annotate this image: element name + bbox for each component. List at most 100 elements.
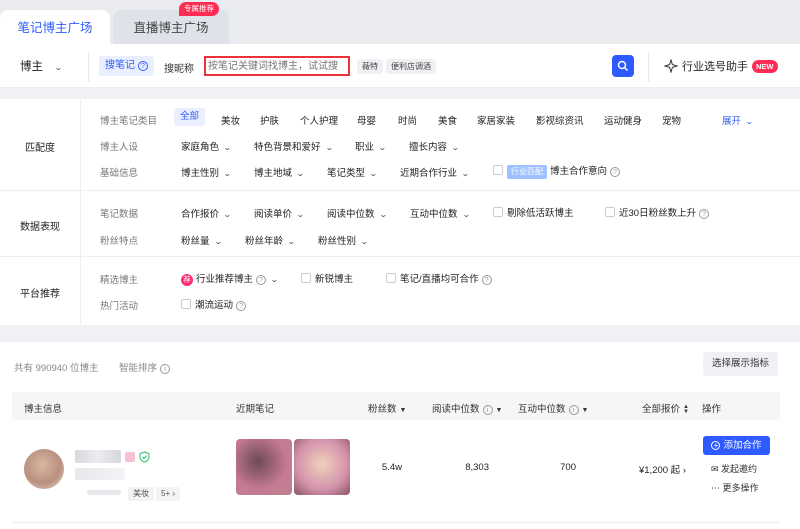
invite-button[interactable]: ✉ 发起邀约 <box>711 462 757 475</box>
note-data-row-label: 笔记数据 <box>100 209 139 220</box>
trend-sport-check[interactable]: 潮流运动? <box>181 297 247 311</box>
search-mode-notes[interactable]: 搜笔记? <box>99 56 154 76</box>
help-icon[interactable]: ? <box>699 209 710 219</box>
industry-recommend-dropdown[interactable]: 荐行业推荐博主? ⌄ <box>181 271 279 286</box>
category-option[interactable]: 时尚 <box>398 113 417 127</box>
smart-sort[interactable]: 智能排序 i <box>119 360 171 374</box>
blogger-meta-blurred <box>75 468 125 480</box>
basic-dropdown[interactable]: 博主地域 ⌄ <box>254 165 305 179</box>
fans-rising-check[interactable]: 近30日粉丝数上升? <box>605 205 710 219</box>
help-icon[interactable]: ? <box>610 167 621 177</box>
category-all[interactable]: 全部 <box>174 108 206 126</box>
persona-dropdown[interactable]: 家庭角色 ⌄ <box>181 139 232 153</box>
dropdown-label: 粉丝量 <box>181 236 210 247</box>
help-icon[interactable]: ? <box>481 275 492 285</box>
chevron-down-icon: ⌄ <box>53 63 63 72</box>
help-icon[interactable]: ? <box>138 61 148 71</box>
category-option[interactable]: 护肤 <box>260 113 279 127</box>
info-icon[interactable]: i <box>568 405 579 415</box>
help-icon[interactable]: ? <box>236 301 247 311</box>
mode-notes-label: 搜笔记 <box>105 60 135 71</box>
category-option[interactable]: 家居家装 <box>477 113 515 127</box>
search-icon <box>617 60 629 72</box>
col-interact-median[interactable]: 互动中位数 i ▼ <box>518 401 588 415</box>
table-row[interactable]: 美妆 5+ › 5.4w 8,303 700 ¥1,200 起 › + 添加合作 … <box>12 434 780 504</box>
tab-live-bloggers[interactable]: 直播博主广场 专属推荐 <box>113 2 229 44</box>
expand-label: 展开 <box>722 116 742 127</box>
display-metrics-button[interactable]: 选择展示指标 <box>703 352 779 376</box>
more-actions-button[interactable]: ⋯ 更多操作 <box>711 481 759 494</box>
suggestion-chip[interactable]: 便利店调酒 <box>386 59 436 74</box>
checkbox[interactable] <box>493 207 503 217</box>
chevron-down-icon: ⌄ <box>296 210 305 219</box>
notedata-dropdown[interactable]: 阅读中位数 ⌄ <box>327 206 387 220</box>
plus-icon: + <box>711 441 721 450</box>
price-value[interactable]: ¥1,200 起 › <box>624 462 686 476</box>
note-thumbnail[interactable] <box>294 439 350 495</box>
basic-dropdown[interactable]: 近期合作行业 ⌄ <box>400 165 470 179</box>
more-tags[interactable]: 5+ › <box>156 487 181 501</box>
notedata-dropdown[interactable]: 互动中位数 ⌄ <box>410 206 470 220</box>
exclusive-badge: 专属推荐 <box>179 2 219 16</box>
read-median-value: 8,303 <box>465 462 489 473</box>
search-button[interactable] <box>612 55 634 77</box>
category-option[interactable]: 美妆 <box>221 113 240 127</box>
col-read-median[interactable]: 阅读中位数 i ▼ <box>432 401 502 415</box>
fans-dropdown[interactable]: 粉丝年龄 ⌄ <box>245 233 296 247</box>
suggestion-chip[interactable]: 薇特 <box>357 59 383 74</box>
scope-select[interactable]: 博主 ⌄ <box>20 58 63 74</box>
dropdown-label: 行业推荐博主 <box>196 274 254 285</box>
low-activity-check[interactable]: 剔除低活跃博主 <box>493 205 574 219</box>
col-fans-label: 粉丝数 <box>368 404 397 415</box>
fans-dropdown[interactable]: 粉丝性别 ⌄ <box>318 233 369 247</box>
add-label: 添加合作 <box>723 440 762 451</box>
checkbox[interactable] <box>301 273 311 283</box>
category-option[interactable]: 母婴 <box>357 113 376 127</box>
persona-dropdown[interactable]: 擅长内容 ⌄ <box>409 139 460 153</box>
dropdown-label: 粉丝性别 <box>318 236 357 247</box>
col-price[interactable]: 全部报价 ▲ ▼ <box>642 401 689 415</box>
category-option[interactable]: 美食 <box>438 113 457 127</box>
col-fans[interactable]: 粉丝数 ▼ <box>368 401 406 415</box>
basic-row-label: 基础信息 <box>100 168 139 179</box>
category-option[interactable]: 影视综资讯 <box>536 113 584 127</box>
info-icon[interactable]: i <box>160 364 171 374</box>
divider <box>88 52 89 82</box>
expand-button[interactable]: 展开 ⌄ <box>722 113 754 127</box>
sort-down-icon: ▼ <box>399 407 407 414</box>
industry-assistant-button[interactable]: 行业选号助手 NEW <box>663 58 778 74</box>
cooperation-intent-check[interactable]: 行业匹配 博主合作意向? <box>493 163 621 179</box>
search-mode-nickname[interactable]: 搜昵称 <box>164 60 194 75</box>
persona-dropdown[interactable]: 职业 ⌄ <box>355 139 387 153</box>
notedata-dropdown[interactable]: 阅读单价 ⌄ <box>254 206 305 220</box>
basic-dropdown[interactable]: 博主性别 ⌄ <box>181 165 232 179</box>
checkbox[interactable] <box>181 299 191 309</box>
category-option[interactable]: 宠物 <box>662 113 681 127</box>
fans-dropdown[interactable]: 粉丝量 ⌄ <box>181 233 222 247</box>
notedata-dropdown[interactable]: 合作报价 ⌄ <box>181 206 232 220</box>
chevron-down-icon: ⌄ <box>461 169 470 178</box>
checkbox[interactable] <box>493 165 503 175</box>
blogger-name-blurred[interactable] <box>75 450 121 463</box>
add-cooperation-button[interactable]: + 添加合作 <box>703 436 770 455</box>
new-blogger-check[interactable]: 新锐博主 <box>301 271 353 285</box>
basic-dropdown[interactable]: 笔记类型 ⌄ <box>327 165 378 179</box>
info-icon[interactable]: i <box>482 405 493 415</box>
verified-shield-icon <box>139 451 150 463</box>
checkbox[interactable] <box>605 207 615 217</box>
recommend-badge: 荐 <box>181 274 193 286</box>
persona-dropdown[interactable]: 特色背景和爱好 ⌄ <box>254 139 333 153</box>
help-icon[interactable]: ? <box>256 275 267 285</box>
category-option[interactable]: 运动健身 <box>604 113 642 127</box>
level-badge <box>125 452 135 462</box>
note-live-check[interactable]: 笔记/直播均可合作? <box>386 271 492 285</box>
note-thumbnail[interactable] <box>236 439 292 495</box>
category-option[interactable]: 个人护理 <box>300 113 338 127</box>
search-input[interactable] <box>204 56 350 76</box>
tab-note-bloggers[interactable]: 笔记博主广场 <box>0 10 110 44</box>
checkbox[interactable] <box>386 273 396 283</box>
divider <box>12 522 780 523</box>
col-recent-notes: 近期笔记 <box>236 404 275 415</box>
smart-sort-label: 智能排序 <box>119 363 158 374</box>
avatar[interactable] <box>24 449 64 489</box>
